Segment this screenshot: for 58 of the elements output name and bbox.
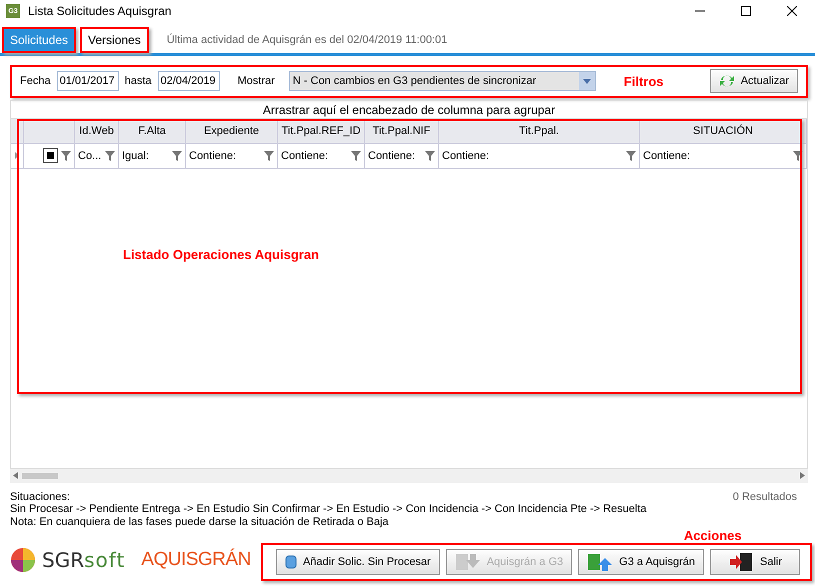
column-header[interactable]: F.Alta (119, 118, 186, 143)
filter-icon[interactable] (172, 150, 182, 161)
column-header[interactable]: Id.Web (75, 118, 119, 143)
filter-condition[interactable]: Contiene: (643, 150, 790, 162)
date-from-field[interactable]: 01/01/2017 (56, 71, 119, 92)
filter-condition[interactable]: Contiene: (368, 150, 422, 162)
filter-icon[interactable] (264, 150, 274, 161)
filter-icon[interactable] (351, 150, 361, 161)
filter-icon[interactable] (425, 150, 435, 161)
column-header[interactable]: Tit.Ppal.NIF (365, 118, 439, 143)
date-label: Fecha (20, 75, 51, 88)
upload-icon (587, 552, 614, 572)
window-title: Lista Solicitudes Aquisgran (28, 4, 172, 18)
column-header[interactable]: Expediente (186, 118, 278, 143)
filter-icon[interactable] (61, 150, 71, 161)
results-count: 0 Resultados (732, 490, 797, 504)
filter-icon[interactable] (793, 150, 803, 161)
filter-condition[interactable]: Contiene: (189, 150, 261, 162)
horizontal-scrollbar[interactable] (10, 468, 808, 482)
column-header[interactable]: Tit.Ppal. (439, 118, 640, 143)
brand-logo-text: AQUISGRÁN (141, 549, 251, 571)
sphere-logo-icon (10, 547, 36, 573)
scroll-left-icon[interactable] (13, 472, 18, 480)
database-icon (284, 554, 297, 570)
exit-door-icon (728, 552, 754, 572)
show-dropdown[interactable]: N - Con cambios en G3 pendientes de sincronizar (288, 71, 596, 92)
column-header[interactable]: Tit.Ppal.REF_ID (278, 118, 365, 143)
filter-icon[interactable] (626, 150, 636, 161)
action-button[interactable]: G3 a Aquisgrán (578, 549, 704, 575)
filter-condition[interactable]: Contiene: (442, 150, 623, 162)
refresh-icon (718, 74, 735, 88)
legend-text: Nota: En cuanquiera de las fases puede darse la situación de Retirada o Baja (10, 516, 390, 528)
dropdown-arrow-icon (582, 78, 591, 84)
filter-icon[interactable] (105, 150, 115, 161)
filter-condition[interactable]: Co... (78, 150, 102, 162)
brand-logo-text: SGRsoft (42, 548, 126, 572)
last-activity-text: Última actividad de Aquisgrán es del 02/04/2019 11:00:01 (166, 34, 448, 46)
select-all-checkbox[interactable] (43, 148, 58, 164)
action-button[interactable]: Salir (710, 549, 800, 575)
legend-text: Situaciones: (10, 490, 71, 503)
row-indicator-icon (15, 152, 19, 160)
annotation-label: Filtros (624, 74, 664, 89)
legend-text: Sin Procesar -> Pendiente Entrega -> En Estudio Sin Confirmar -> En Estudio -> Con Incidencia -> Con Incidencia Pte -> Resuelta (10, 503, 647, 516)
annotation-label: Acciones (684, 528, 742, 542)
scroll-right-icon[interactable] (800, 472, 805, 480)
tab[interactable]: Versiones (80, 27, 149, 53)
until-label: hasta (124, 75, 152, 88)
group-hint-text: Arrastrar aquí el encabezado de columna para agrupar (262, 102, 556, 117)
refresh-button[interactable]: Actualizar (710, 69, 798, 94)
show-label: Mostrar (238, 75, 275, 88)
download-icon (454, 552, 481, 572)
annotation-label: Listado Operaciones Aquisgran (123, 246, 320, 262)
filter-condition[interactable]: Contiene: (281, 150, 348, 162)
scrollbar-thumb[interactable] (22, 472, 58, 479)
column-header[interactable]: SITUACIÓN (640, 118, 807, 143)
date-to-field[interactable]: 02/04/2019 (158, 71, 220, 92)
filter-condition[interactable]: Igual: (122, 150, 169, 162)
action-button[interactable]: Añadir Solic. Sin Procesar (276, 549, 440, 575)
